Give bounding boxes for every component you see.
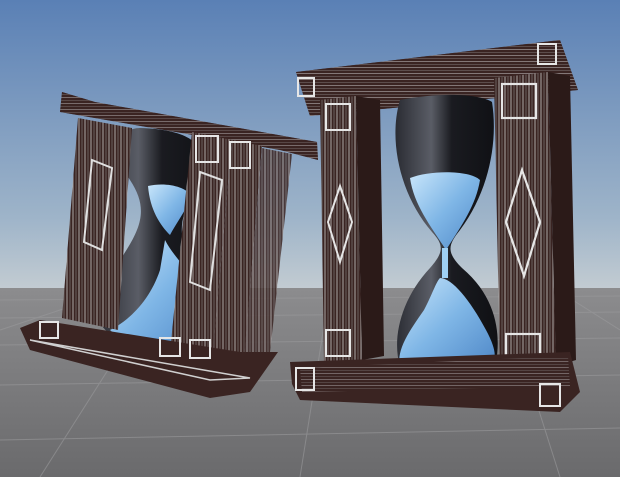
upright-pillar-left <box>320 96 362 362</box>
3d-scene-viewport <box>0 0 620 477</box>
upright-sand-stream <box>442 248 448 278</box>
upright-hourglass <box>290 40 580 412</box>
scene-render <box>0 0 620 477</box>
upright-pillar-right <box>494 72 556 368</box>
